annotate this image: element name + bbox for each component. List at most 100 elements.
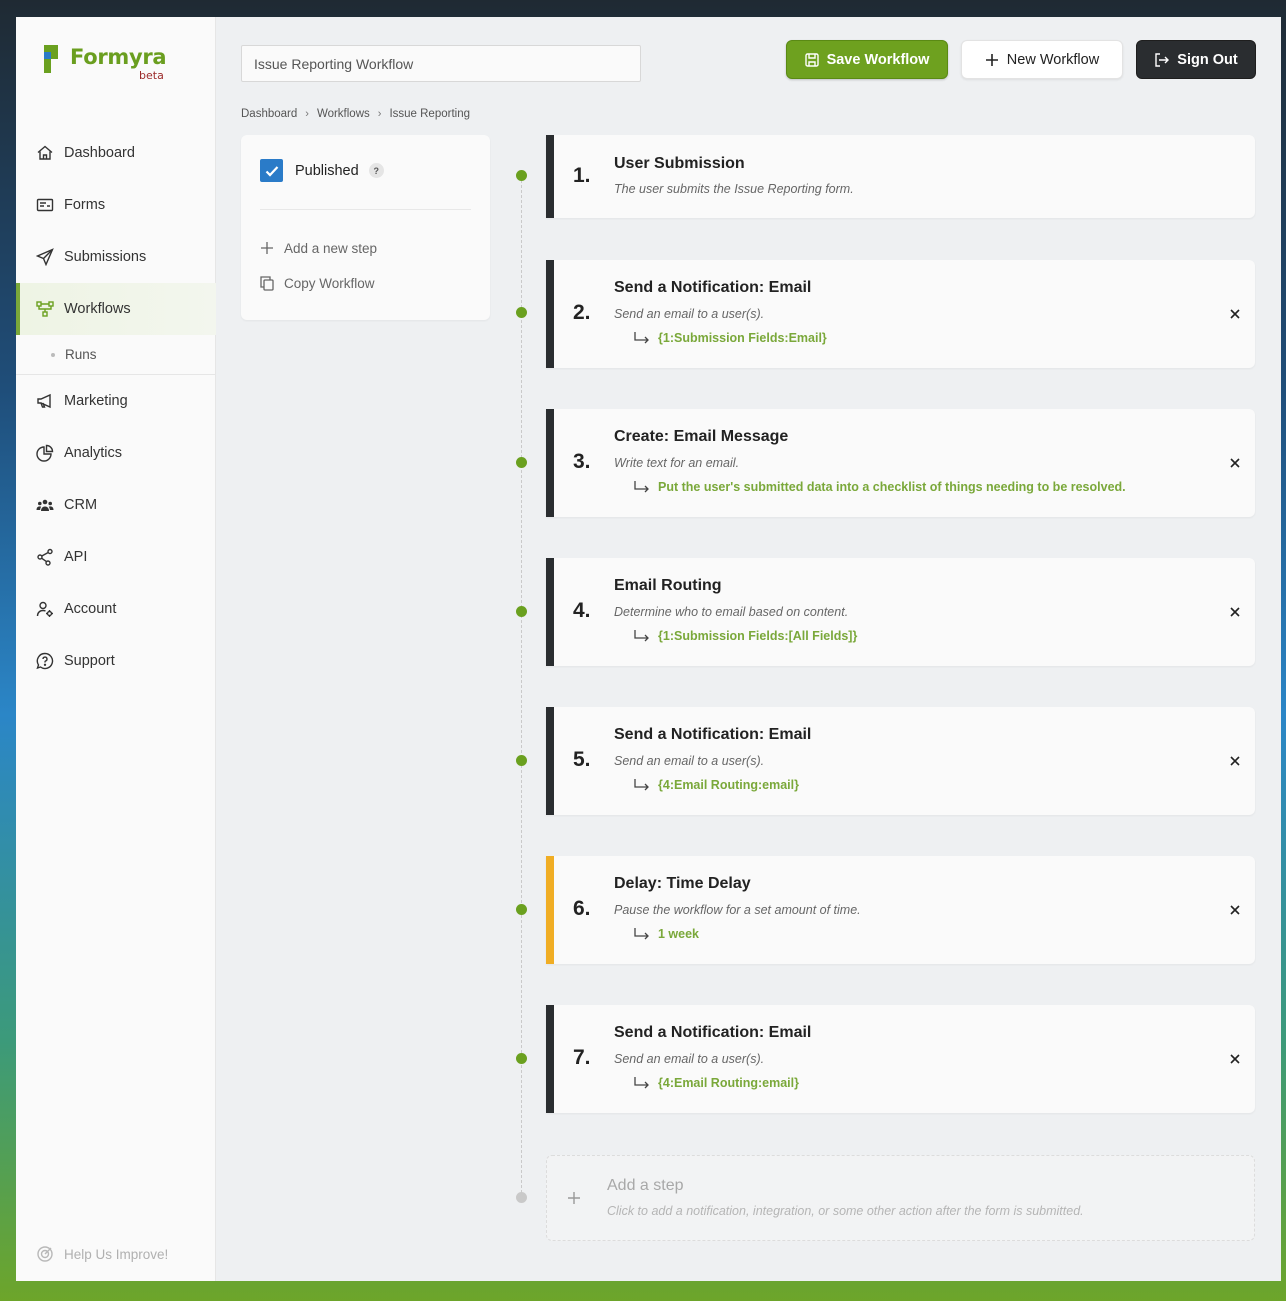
step-link[interactable]: {4:Email Routing:email} xyxy=(634,778,799,792)
users-icon xyxy=(36,496,54,514)
breadcrumb-workflows[interactable]: Workflows xyxy=(317,108,370,120)
timeline-dot xyxy=(516,307,527,318)
breadcrumb-dashboard[interactable]: Dashboard xyxy=(241,108,297,120)
published-checkbox[interactable] xyxy=(260,159,283,182)
sidebar-item-label: Workflows xyxy=(64,301,131,317)
step-link[interactable]: {4:Email Routing:email} xyxy=(634,1076,799,1090)
help-tooltip-icon[interactable]: ? xyxy=(368,163,384,178)
add-step-title: Add a step xyxy=(607,1177,684,1194)
step-card[interactable]: 5. Send a Notification: Email Send an em… xyxy=(546,707,1255,815)
step-description: Send an email to a user(s). xyxy=(614,307,765,321)
close-icon[interactable] xyxy=(1227,902,1243,918)
timeline-dot xyxy=(516,170,527,181)
new-workflow-button[interactable]: New Workflow xyxy=(961,40,1123,79)
step-card[interactable]: 2. Send a Notification: Email Send an em… xyxy=(546,260,1255,368)
sidebar-item-support[interactable]: Support xyxy=(16,635,216,687)
step-description: Send an email to a user(s). xyxy=(614,754,765,768)
step-link[interactable]: 1 week xyxy=(634,927,699,941)
step-description: Send an email to a user(s). xyxy=(614,1052,765,1066)
plus-icon xyxy=(260,240,276,256)
sidebar-item-label: CRM xyxy=(64,497,98,513)
corner-arrow-icon xyxy=(634,1077,650,1089)
timeline-dot xyxy=(516,606,527,617)
target-icon xyxy=(36,1245,54,1263)
chevron-right-icon: › xyxy=(377,108,382,120)
home-icon xyxy=(36,144,54,162)
step-link[interactable]: Put the user's submitted data into a che… xyxy=(634,480,1126,494)
question-bubble-icon xyxy=(36,652,54,670)
sidebar-item-api[interactable]: API xyxy=(16,531,216,583)
help-us-improve-link[interactable]: Help Us Improve! xyxy=(36,1245,168,1263)
step-number: 6. xyxy=(573,897,591,920)
sidebar-item-dashboard[interactable]: Dashboard xyxy=(16,127,216,179)
step-description: Pause the workflow for a set amount of t… xyxy=(614,903,861,917)
sidebar-item-label: Marketing xyxy=(64,393,128,409)
sign-out-button[interactable]: Sign Out xyxy=(1136,40,1256,79)
step-number: 4. xyxy=(573,599,591,622)
sidebar: Formyra beta Dashboard Forms Submissions… xyxy=(16,17,216,1281)
close-icon[interactable] xyxy=(1227,604,1243,620)
sidebar-item-runs[interactable]: Runs xyxy=(16,335,216,375)
add-new-step-button[interactable]: Add a new step xyxy=(260,240,377,256)
add-step-card[interactable]: Add a step Click to add a notification, … xyxy=(546,1155,1255,1241)
sidebar-item-label: Forms xyxy=(64,197,106,213)
sidebar-item-forms[interactable]: Forms xyxy=(16,179,216,231)
step-description: Write text for an email. xyxy=(614,456,740,470)
save-workflow-button[interactable]: Save Workflow xyxy=(786,40,948,79)
sidebar-item-label: Dashboard xyxy=(64,145,135,161)
save-label: Save Workflow xyxy=(826,51,930,68)
step-title: Send a Notification: Email xyxy=(614,279,812,296)
logo-mark xyxy=(44,45,66,73)
sidebar-item-label: Runs xyxy=(65,347,97,362)
step-title: Send a Notification: Email xyxy=(614,726,812,743)
step-card[interactable]: 7. Send a Notification: Email Send an em… xyxy=(546,1005,1255,1113)
close-icon[interactable] xyxy=(1227,1051,1243,1067)
paper-plane-icon xyxy=(36,248,54,266)
sidebar-item-analytics[interactable]: Analytics xyxy=(16,427,216,479)
step-title: Send a Notification: Email xyxy=(614,1024,812,1041)
sidebar-item-label: Support xyxy=(64,653,115,669)
app-window: Formyra beta Dashboard Forms Submissions… xyxy=(16,17,1281,1281)
step-number: 2. xyxy=(573,301,591,324)
step-link-text: 1 week xyxy=(658,927,700,941)
corner-arrow-icon xyxy=(634,481,650,493)
plus-icon xyxy=(567,1191,581,1210)
sidebar-item-label: Submissions xyxy=(64,249,147,265)
sidebar-item-marketing[interactable]: Marketing xyxy=(16,375,216,427)
sidebar-item-label: API xyxy=(64,549,88,565)
user-gear-icon xyxy=(36,600,54,618)
brand-tag: beta xyxy=(139,69,164,82)
close-icon[interactable] xyxy=(1227,455,1243,471)
step-number: 7. xyxy=(573,1046,591,1069)
pie-chart-icon xyxy=(36,444,54,462)
close-icon[interactable] xyxy=(1227,306,1243,322)
step-link[interactable]: {1:Submission Fields:Email} xyxy=(634,331,827,345)
breadcrumb-current: Issue Reporting xyxy=(389,108,470,120)
timeline-dot xyxy=(516,457,527,468)
step-link-text: {4:Email Routing:email} xyxy=(658,1076,799,1090)
copy-workflow-button[interactable]: Copy Workflow xyxy=(260,275,375,291)
save-icon xyxy=(804,52,819,67)
logo[interactable]: Formyra beta xyxy=(44,45,167,82)
step-card[interactable]: 3. Create: Email Message Write text for … xyxy=(546,409,1255,517)
close-icon[interactable] xyxy=(1227,753,1243,769)
step-title: User Submission xyxy=(614,155,745,172)
sidebar-item-crm[interactable]: CRM xyxy=(16,479,216,531)
step-link[interactable]: {1:Submission Fields:[All Fields]} xyxy=(634,629,857,643)
step-card[interactable]: 1. User Submission The user submits the … xyxy=(546,135,1255,218)
step-number: 5. xyxy=(573,748,591,771)
sidebar-item-submissions[interactable]: Submissions xyxy=(16,231,216,283)
sidebar-item-workflows[interactable]: Workflows xyxy=(16,283,216,335)
megaphone-icon xyxy=(36,392,54,410)
sidebar-item-account[interactable]: Account xyxy=(16,583,216,635)
step-card[interactable]: 4. Email Routing Determine who to email … xyxy=(546,558,1255,666)
workflow-name-input[interactable] xyxy=(241,45,641,82)
step-link-text: {1:Submission Fields:Email} xyxy=(658,331,827,345)
timeline-dot-end xyxy=(516,1192,527,1203)
copy-icon xyxy=(260,275,276,291)
step-card[interactable]: 6. Delay: Time Delay Pause the workflow … xyxy=(546,856,1255,964)
corner-arrow-icon xyxy=(634,779,650,791)
step-title: Create: Email Message xyxy=(614,428,789,445)
timeline-line xyxy=(521,175,522,1198)
step-link-text: {1:Submission Fields:[All Fields]} xyxy=(658,629,858,643)
